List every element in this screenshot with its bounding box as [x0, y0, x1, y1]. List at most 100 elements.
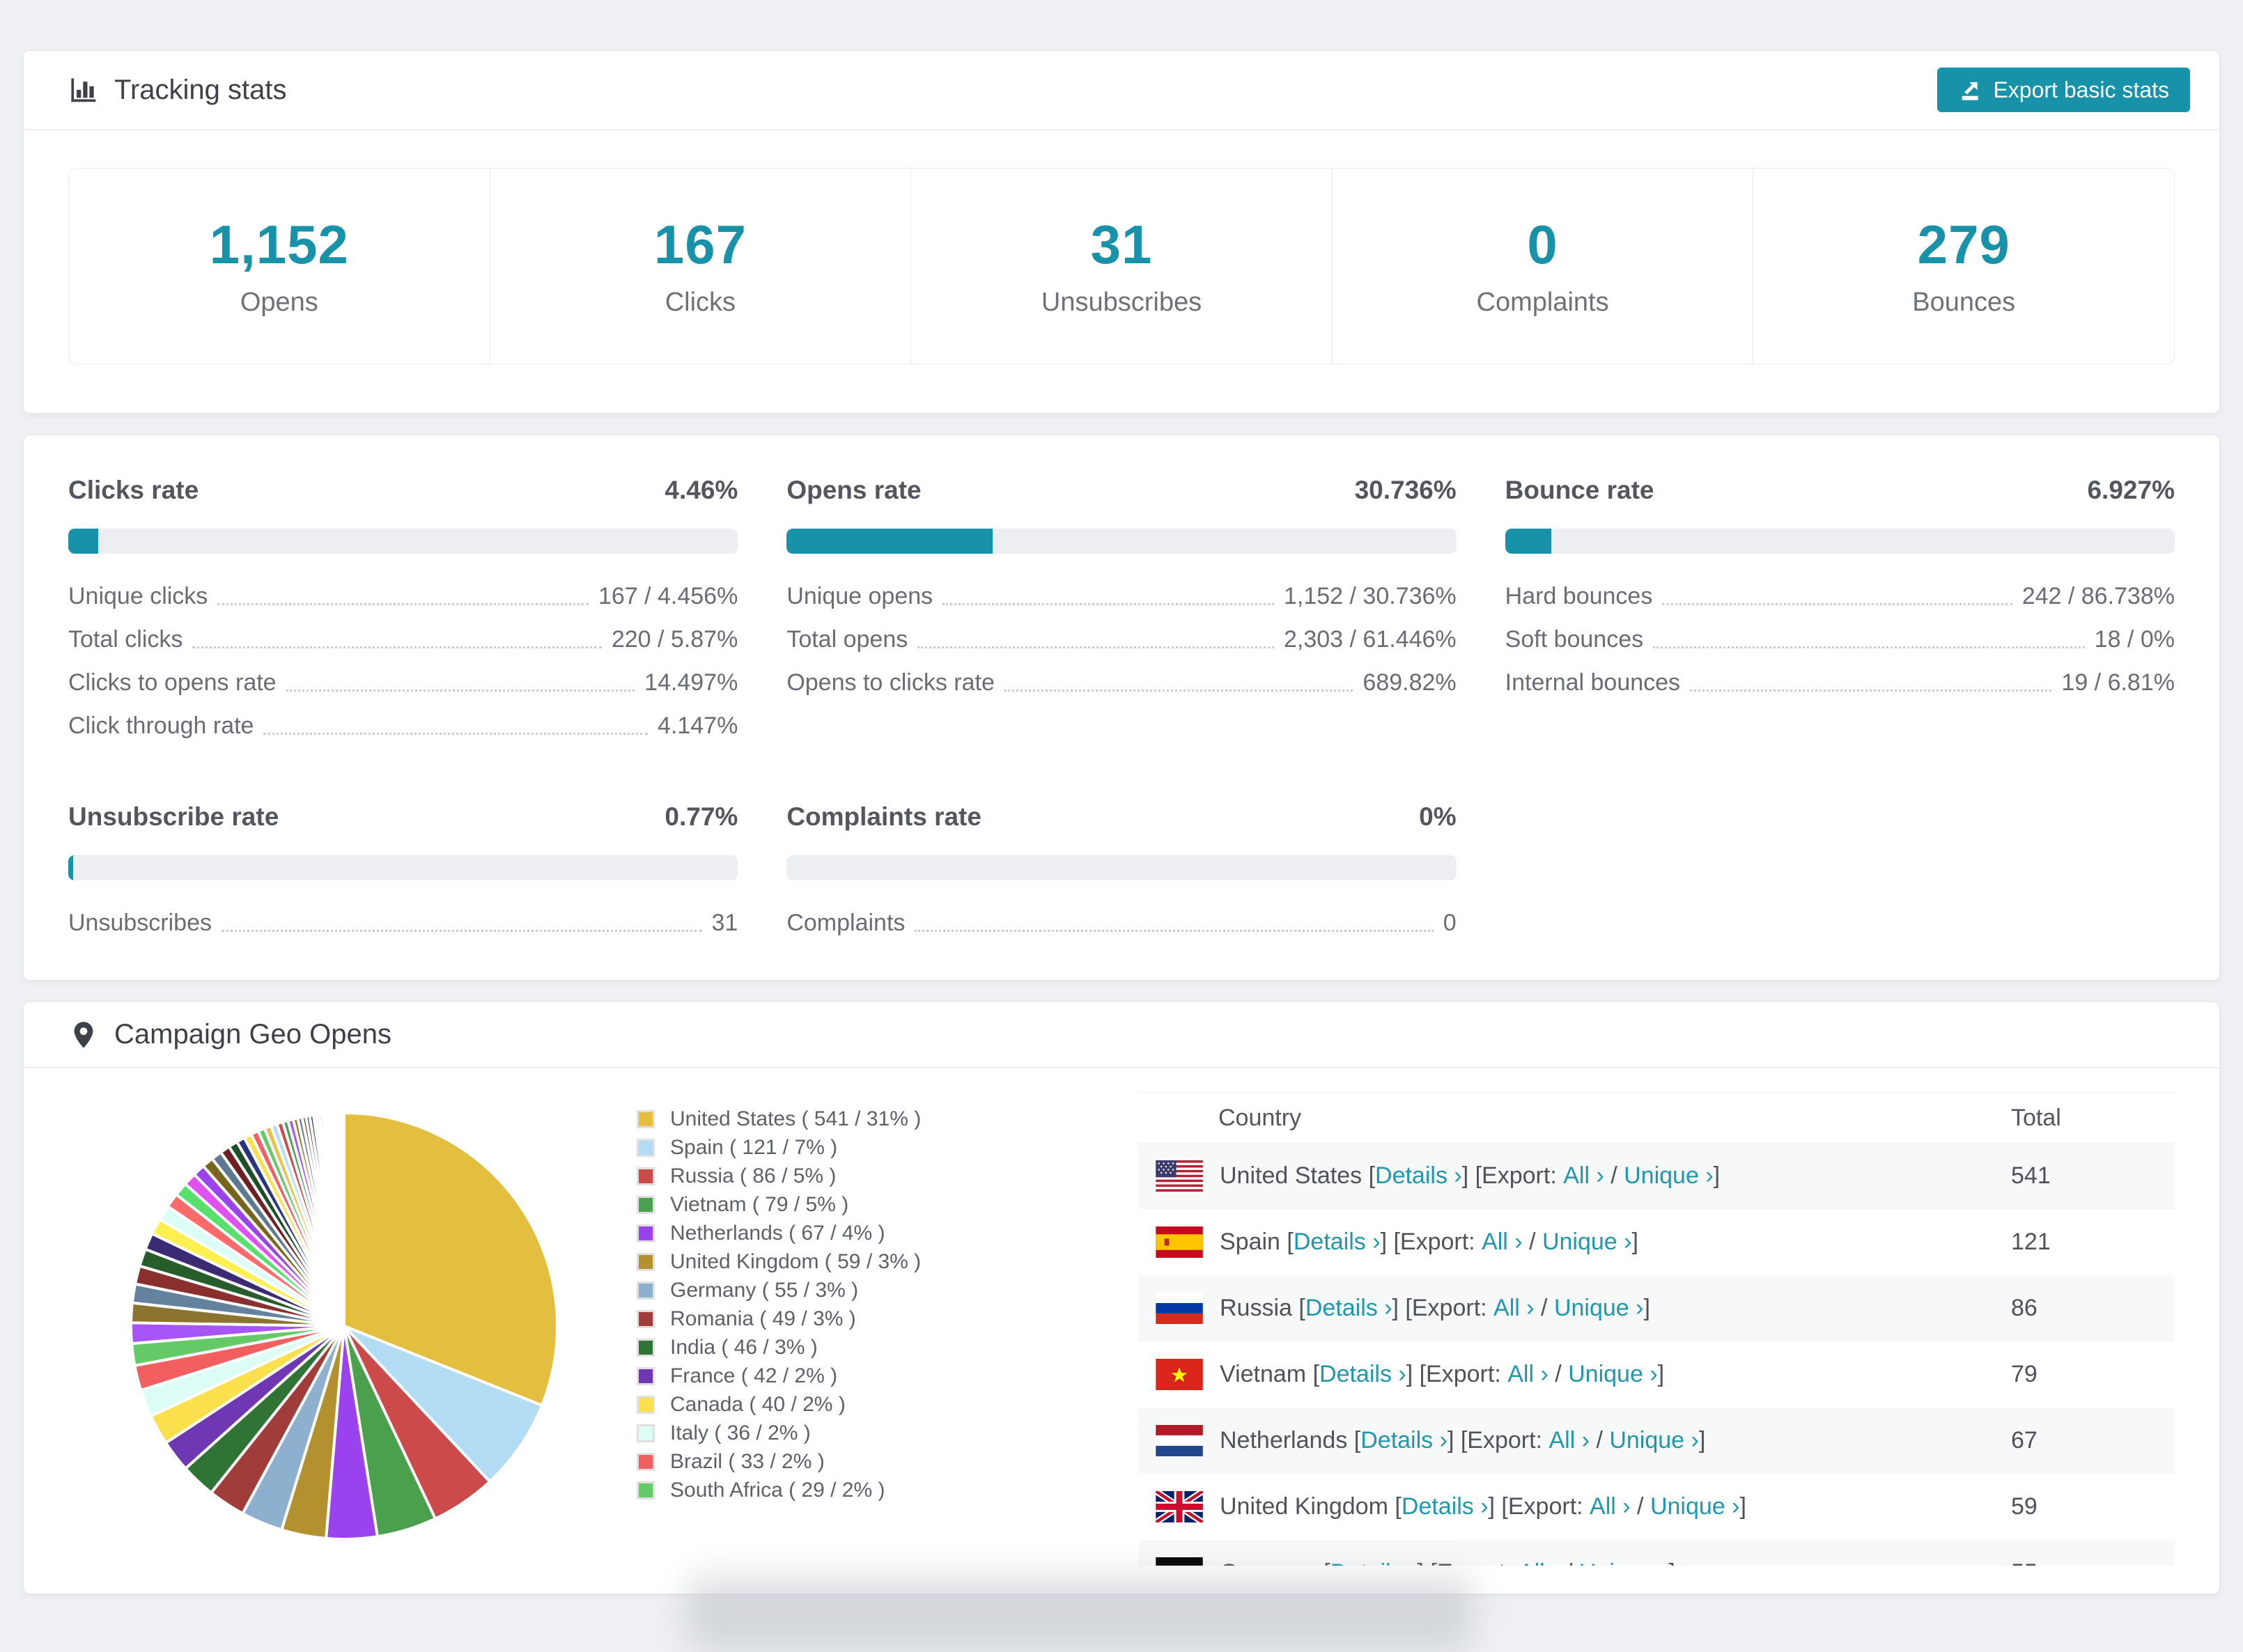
rate-row-hard-bounces: Hard bounces 242 / 86.738%	[1505, 583, 2175, 610]
legend-swatch-germany	[637, 1281, 655, 1300]
details-link-united-kingdom[interactable]: Details ›	[1402, 1493, 1489, 1520]
details-link-vietnam[interactable]: Details ›	[1319, 1361, 1406, 1388]
rate-section-clicks: Clicks rate 4.46% Unique clicks 167 / 4.…	[68, 476, 738, 740]
export-unique-link-spain[interactable]: Unique ›	[1542, 1229, 1632, 1256]
details-link-russia[interactable]: Details ›	[1305, 1295, 1392, 1322]
geo-row-germany: Germany [Details ›] [Export: All › / Uni…	[1138, 1540, 2175, 1566]
export-all-link-russia[interactable]: All ›	[1493, 1295, 1535, 1322]
legend-label-india: India ( 46 / 3% )	[670, 1335, 818, 1359]
tracking-stats-header: Tracking stats Export basic stats	[24, 51, 2219, 130]
export-all-link-germany[interactable]: All ›	[1519, 1559, 1560, 1566]
legend-item-france[interactable]: France ( 42 / 2% )	[637, 1362, 971, 1390]
bracket: ] [Export:	[1406, 1361, 1508, 1387]
bracket: ]	[1657, 1361, 1665, 1387]
rate-row-value: 18 / 0%	[2094, 626, 2175, 653]
stat-label-complaints: Complaints	[1476, 288, 1609, 317]
export-all-link-vietnam[interactable]: All ›	[1507, 1361, 1549, 1388]
export-unique-link-germany[interactable]: Unique ›	[1579, 1559, 1669, 1566]
legend-swatch-netherlands	[637, 1224, 655, 1242]
separator: /	[1590, 1427, 1610, 1454]
legend-item-italy[interactable]: Italy ( 36 / 2% )	[637, 1419, 971, 1447]
geo-row-vietnam: Vietnam [Details ›] [Export: All › / Uni…	[1138, 1341, 2175, 1408]
legend-item-romania[interactable]: Romania ( 49 / 3% )	[637, 1304, 971, 1333]
legend-item-netherlands[interactable]: Netherlands ( 67 / 4% )	[637, 1219, 971, 1247]
rate-value-unsubscribe: 0.77%	[665, 802, 738, 831]
separator: /	[1522, 1229, 1542, 1255]
details-link-netherlands[interactable]: Details ›	[1360, 1427, 1448, 1454]
legend-label-united-states: United States ( 541 / 31% )	[670, 1107, 922, 1130]
rate-row-label: Internal bounces	[1505, 669, 1681, 696]
rate-row-label: Soft bounces	[1505, 626, 1644, 653]
legend-item-brazil[interactable]: Brazil ( 33 / 2% )	[637, 1447, 971, 1476]
bracket: [	[1395, 1493, 1402, 1520]
flag-de-icon	[1156, 1557, 1203, 1566]
legend-item-united-states[interactable]: United States ( 541 / 31% )	[637, 1105, 971, 1133]
geo-cell-country: Russia [Details ›] [Export: All › / Uniq…	[1138, 1293, 2011, 1324]
campaign-geo-header: Campaign Geo Opens	[24, 1002, 2219, 1068]
pie-slice-other[interactable]	[341, 1111, 346, 1327]
bracket: ] [Export:	[1417, 1559, 1519, 1566]
legend-label-russia: Russia ( 86 / 5% )	[670, 1164, 837, 1187]
legend-item-india[interactable]: India ( 46 / 3% )	[637, 1333, 971, 1362]
export-unique-link-netherlands[interactable]: Unique ›	[1609, 1427, 1699, 1454]
export-all-link-united-states[interactable]: All ›	[1563, 1162, 1604, 1190]
export-unique-link-united-states[interactable]: Unique ›	[1624, 1162, 1714, 1190]
country-name: Netherlands	[1220, 1427, 1354, 1454]
geo-pie-legend: United States ( 541 / 31% ) Spain ( 121 …	[637, 1105, 971, 1504]
rate-row-value: 220 / 5.87%	[611, 626, 738, 653]
legend-item-vietnam[interactable]: Vietnam ( 79 / 5% )	[637, 1190, 971, 1219]
export-all-link-netherlands[interactable]: All ›	[1549, 1427, 1590, 1454]
legend-label-france: France ( 42 / 2% )	[670, 1364, 838, 1387]
rate-value-complaints: 0%	[1419, 802, 1457, 831]
rate-row-soft-bounces: Soft bounces 18 / 0%	[1505, 626, 2175, 653]
bar-chart-icon	[68, 75, 99, 105]
export-all-link-united-kingdom[interactable]: All ›	[1590, 1493, 1631, 1520]
rate-rows-bounce: Hard bounces 242 / 86.738% Soft bounces …	[1505, 583, 2175, 696]
legend-swatch-romania	[637, 1309, 655, 1328]
rate-progress-track-unsubscribe	[68, 855, 738, 880]
rate-row-label: Total opens	[786, 626, 908, 653]
legend-item-united-kingdom[interactable]: United Kingdom ( 59 / 3% )	[637, 1247, 971, 1276]
export-unique-link-russia[interactable]: Unique ›	[1554, 1295, 1644, 1322]
export-button-label: Export basic stats	[1993, 77, 2169, 102]
legend-item-canada[interactable]: Canada ( 40 / 2% )	[637, 1390, 971, 1419]
bracket: [	[1312, 1361, 1320, 1387]
export-basic-stats-button[interactable]: Export basic stats	[1937, 68, 2190, 112]
rate-row-total-opens: Total opens 2,303 / 61.446%	[786, 626, 1456, 653]
legend-item-germany[interactable]: Germany ( 55 / 3% )	[637, 1276, 971, 1304]
stat-box-opens: 1,152 Opens	[69, 169, 490, 364]
export-unique-link-vietnam[interactable]: Unique ›	[1568, 1361, 1658, 1388]
rate-row-value: 2,303 / 61.446%	[1284, 626, 1457, 653]
legend-item-russia[interactable]: Russia ( 86 / 5% )	[637, 1162, 971, 1190]
details-link-germany[interactable]: Details ›	[1330, 1559, 1418, 1566]
stat-box-clicks: 167 Clicks	[489, 169, 911, 364]
rate-row-unique-clicks: Unique clicks 167 / 4.456%	[68, 583, 738, 610]
export-all-link-spain[interactable]: All ›	[1482, 1229, 1523, 1256]
legend-swatch-vietnam	[637, 1195, 655, 1214]
legend-label-south-africa: South Africa ( 29 / 2% )	[670, 1478, 885, 1502]
location-pin-icon	[68, 1020, 99, 1050]
flag-ru-icon	[1156, 1293, 1203, 1324]
export-icon	[1958, 78, 1982, 102]
geo-cell-total: 59	[2011, 1493, 2038, 1520]
flag-vn-icon	[1156, 1359, 1203, 1390]
flag-nl-icon	[1156, 1425, 1203, 1456]
details-link-united-states[interactable]: Details ›	[1375, 1162, 1462, 1190]
bracket: ]	[1713, 1162, 1721, 1189]
rate-head-clicks: Clicks rate 4.46%	[68, 476, 738, 505]
legend-swatch-united-kingdom	[637, 1252, 655, 1271]
country-name: Vietnam	[1220, 1361, 1313, 1387]
bracket: [	[1298, 1295, 1305, 1321]
legend-item-south-africa[interactable]: South Africa ( 29 / 2% )	[637, 1476, 971, 1504]
separator: /	[1559, 1559, 1578, 1566]
bracket: ]	[1739, 1493, 1746, 1520]
rate-head-complaints: Complaints rate 0%	[786, 802, 1456, 832]
legend-item-spain[interactable]: Spain ( 121 / 7% )	[637, 1133, 971, 1162]
export-unique-link-united-kingdom[interactable]: Unique ›	[1650, 1493, 1740, 1520]
campaign-geo-title-text: Campaign Geo Opens	[114, 1019, 392, 1050]
details-link-spain[interactable]: Details ›	[1294, 1229, 1381, 1256]
dotted-leader	[942, 603, 1274, 605]
bracket: ] [Export:	[1461, 1162, 1564, 1189]
rate-title-bounce: Bounce rate	[1505, 476, 1654, 504]
rate-row-value: 689.82%	[1363, 669, 1457, 696]
